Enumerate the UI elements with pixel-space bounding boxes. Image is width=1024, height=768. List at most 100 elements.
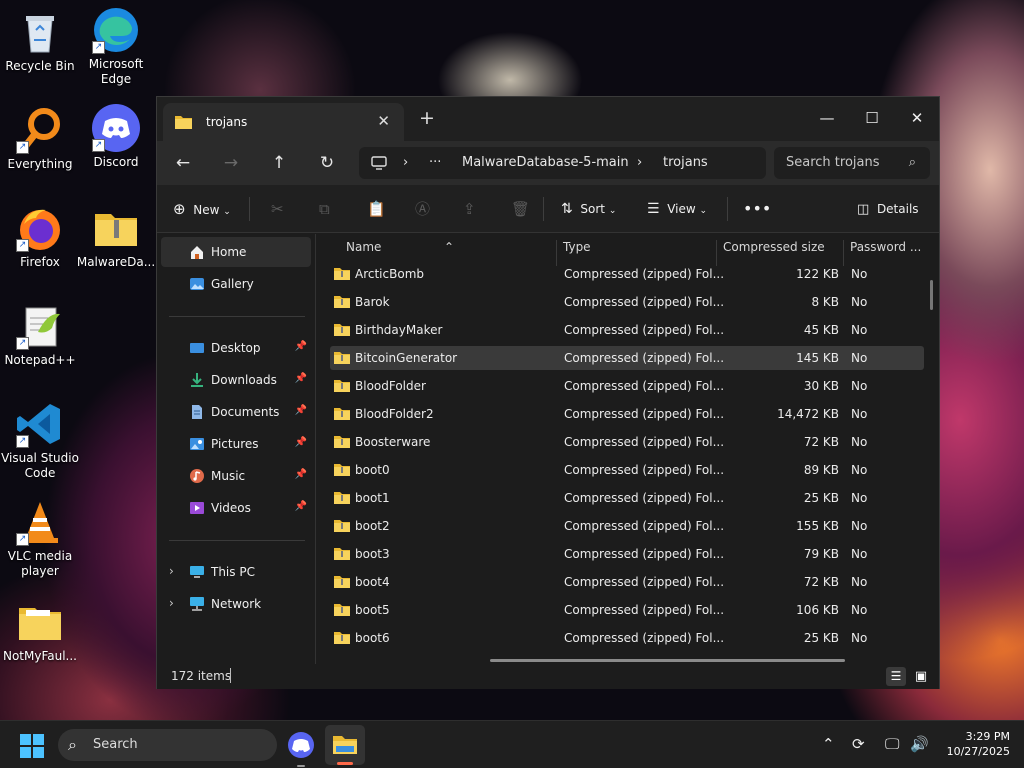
discord-taskbar-icon[interactable] xyxy=(288,732,314,758)
copy-icon[interactable]: ⧉ xyxy=(319,197,330,221)
pin-icon[interactable]: 📌 xyxy=(295,405,307,416)
nav-item-documents[interactable]: Documents 📌 xyxy=(161,397,311,427)
view-label: View xyxy=(667,202,696,216)
refresh-icon[interactable]: ↻ xyxy=(311,149,343,177)
desktop-icon-notepadpp[interactable]: ↗ Notepad++ xyxy=(0,302,80,368)
table-row[interactable]: BloodFolder2 Compressed (zipped) Fol... 14… xyxy=(330,402,924,426)
breadcrumb-item[interactable]: trojans xyxy=(663,155,708,170)
file-compressed-size: 72 KB xyxy=(803,575,839,589)
table-row[interactable]: boot5 Compressed (zipped) Fol... 106 KB No xyxy=(330,598,924,622)
nav-item-desktop[interactable]: Desktop 📌 xyxy=(161,333,311,363)
column-header-name[interactable]: Name xyxy=(346,240,381,254)
table-row[interactable]: BitcoinGenerator Compressed (zipped) Fol.… xyxy=(330,346,924,370)
desktop-icon-recycle-bin[interactable]: Recycle Bin xyxy=(0,8,80,74)
nav-label: This PC xyxy=(211,565,255,579)
desktop-icon-everything[interactable]: ↗ Everything xyxy=(0,106,80,172)
forward-arrow-icon[interactable]: → xyxy=(215,149,247,177)
sort-button[interactable]: ⇅ Sort ⌄ xyxy=(561,197,616,221)
sync-alert-icon[interactable]: ⟳ xyxy=(852,735,865,753)
nav-item-videos[interactable]: Videos 📌 xyxy=(161,493,311,523)
desktop-icon-vlc[interactable]: ↗ VLC media player xyxy=(0,498,80,579)
nav-item-network[interactable]: › Network xyxy=(161,589,311,619)
maximize-icon[interactable]: ☐ xyxy=(849,103,895,133)
chevron-right-icon[interactable]: › xyxy=(169,596,174,610)
desktop-icon-edge[interactable]: ↗ Microsoft Edge xyxy=(76,6,156,87)
more-options-icon[interactable]: ••• xyxy=(743,197,771,221)
table-row[interactable]: boot0 Compressed (zipped) Fol... 89 KB No xyxy=(330,458,924,482)
breadcrumb-item[interactable]: MalwareDatabase-5-main xyxy=(462,155,629,170)
table-row[interactable]: boot6 Compressed (zipped) Fol... 25 KB No xyxy=(330,626,924,650)
table-row[interactable]: boot4 Compressed (zipped) Fol... 72 KB No xyxy=(330,570,924,594)
minimize-icon[interactable]: — xyxy=(804,103,850,133)
taskbar-search[interactable]: ⌕ Search xyxy=(58,729,277,761)
table-row[interactable]: BloodFolder Compressed (zipped) Fol... 30 … xyxy=(330,374,924,398)
file-type: Compressed (zipped) Fol... xyxy=(564,463,725,477)
nav-item-gallery[interactable]: Gallery xyxy=(161,269,311,299)
volume-icon[interactable]: 🔊 xyxy=(910,735,929,753)
taskbar: ⌕ Search ⌃ ⟳ 🖵 🔊 3:29 PM 10/27/2025 xyxy=(0,720,1024,768)
system-clock[interactable]: 3:29 PM 10/27/2025 xyxy=(940,729,1010,759)
table-row[interactable]: boot1 Compressed (zipped) Fol... 25 KB No xyxy=(330,486,924,510)
show-hidden-icons-chevron-icon[interactable]: ⌃ xyxy=(822,735,835,753)
nav-item-home[interactable]: Home xyxy=(161,237,311,267)
paste-icon[interactable]: 📋 xyxy=(367,197,386,221)
horizontal-scrollbar[interactable] xyxy=(490,659,845,662)
zip-folder-icon xyxy=(334,436,350,448)
column-header-compressed-size[interactable]: Compressed size xyxy=(723,240,825,254)
table-row[interactable]: Barok Compressed (zipped) Fol... 8 KB No xyxy=(330,290,924,314)
table-row[interactable]: ArcticBomb Compressed (zipped) Fol... 122 … xyxy=(330,262,924,286)
chevron-right-icon[interactable]: › xyxy=(169,564,174,578)
file-password-protected: No xyxy=(851,631,868,645)
cut-icon[interactable]: ✂ xyxy=(271,197,284,221)
column-header-type[interactable]: Type xyxy=(563,240,591,254)
pin-icon[interactable]: 📌 xyxy=(295,469,307,480)
breadcrumb-more-icon[interactable]: ··· xyxy=(429,155,441,170)
new-tab-icon[interactable]: + xyxy=(419,107,435,129)
desktop-icon-notmyfault[interactable]: NotMyFaul... xyxy=(0,598,80,664)
nav-item-pictures[interactable]: Pictures 📌 xyxy=(161,429,311,459)
pin-icon[interactable]: 📌 xyxy=(295,437,307,448)
share-icon[interactable]: ⇪ xyxy=(463,197,476,221)
close-tab-icon[interactable]: ✕ xyxy=(377,112,390,130)
close-window-icon[interactable]: ✕ xyxy=(894,103,940,133)
rename-icon[interactable]: Ⓐ xyxy=(415,197,430,221)
details-view-icon[interactable]: ☰ xyxy=(886,667,906,686)
column-header-password[interactable]: Password ... xyxy=(850,240,921,254)
vertical-scrollbar[interactable] xyxy=(930,280,933,310)
desktop-icon-firefox[interactable]: ↗ Firefox xyxy=(0,204,80,270)
desktop-icon-vscode[interactable]: ↗ Visual Studio Code xyxy=(0,400,80,481)
nav-item-music[interactable]: Music 📌 xyxy=(161,461,311,491)
table-row[interactable]: BirthdayMaker Compressed (zipped) Fol... 4… xyxy=(330,318,924,342)
breadcrumb[interactable]: › ··· MalwareDatabase-5-main › trojans xyxy=(359,147,766,179)
table-row[interactable]: boot3 Compressed (zipped) Fol... 79 KB No xyxy=(330,542,924,566)
nav-item-downloads[interactable]: Downloads 📌 xyxy=(161,365,311,395)
new-button[interactable]: ⊕ New ⌄ xyxy=(173,197,231,221)
pin-icon[interactable]: 📌 xyxy=(295,501,307,512)
search-input[interactable]: Search trojans ⌕ xyxy=(774,147,930,179)
details-button[interactable]: ◫ Details xyxy=(857,197,919,221)
table-row[interactable]: boot2 Compressed (zipped) Fol... 155 KB No xyxy=(330,514,924,538)
nav-item-this-pc[interactable]: › This PC xyxy=(161,557,311,587)
file-compressed-size: 45 KB xyxy=(803,323,839,337)
file-explorer-icon xyxy=(333,736,357,754)
file-explorer-taskbar-button[interactable] xyxy=(325,725,365,765)
view-button[interactable]: ☰ View ⌄ xyxy=(647,197,707,221)
large-icons-view-icon[interactable]: ▣ xyxy=(911,667,931,686)
zip-folder-icon xyxy=(334,268,350,280)
up-arrow-icon[interactable]: ↑ xyxy=(263,149,295,177)
windows-start-icon[interactable] xyxy=(20,734,44,758)
tab-trojans[interactable]: trojans ✕ xyxy=(163,103,404,141)
running-indicator xyxy=(297,765,305,767)
table-row[interactable]: Boosterware Compressed (zipped) Fol... 72 … xyxy=(330,430,924,454)
nav-label: Downloads xyxy=(211,373,277,387)
delete-icon[interactable]: 🗑 xyxy=(511,197,530,221)
pin-icon[interactable]: 📌 xyxy=(295,341,307,352)
desktop-icon-discord[interactable]: ↗ Discord xyxy=(76,104,156,170)
pin-icon[interactable]: 📌 xyxy=(295,373,307,384)
details-pane-icon: ◫ xyxy=(857,202,870,217)
desktop-icon-malwaredatabase[interactable]: MalwareDa... xyxy=(76,204,156,270)
display-network-icon[interactable]: 🖵 xyxy=(885,735,899,753)
file-type: Compressed (zipped) Fol... xyxy=(564,407,725,421)
file-compressed-size: 30 KB xyxy=(803,379,839,393)
back-arrow-icon[interactable]: ← xyxy=(167,149,199,177)
